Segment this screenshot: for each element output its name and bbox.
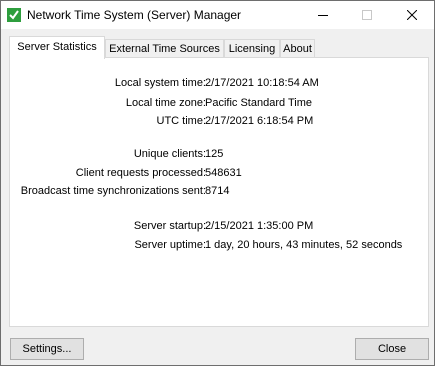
stat-row-broadcast-syncs: Broadcast time synchronizations sent: 87… [10,184,430,198]
stat-value: 125 [205,148,224,160]
tab-external-time-sources[interactable]: External Time Sources [105,39,224,57]
maximize-icon [362,10,372,20]
stat-label: Broadcast time synchronizations sent: [20,185,206,197]
title-bar[interactable]: Network Time System (Server) Manager [1,1,434,29]
stat-value: 2/17/2021 6:18:54 PM [205,115,314,127]
stat-row-local-time: Local system time: 2/17/2021 10:18:54 AM [10,76,430,90]
tab-label: Server Statistics [17,41,97,53]
tab-server-statistics[interactable]: Server Statistics [9,36,105,59]
maximize-button[interactable] [345,1,389,29]
stat-row-server-uptime: Server uptime: 1 day, 20 hours, 43 minut… [10,238,430,252]
stat-value: Pacific Standard Time [205,97,312,109]
stat-row-server-startup: Server startup: 2/15/2021 1:35:00 PM [10,219,430,233]
window-title: Network Time System (Server) Manager [27,8,242,22]
stat-label: Server uptime: [134,239,206,251]
stat-label: UTC time: [156,115,207,127]
stat-value: 548631 [205,167,242,179]
tab-label: Licensing [228,43,276,55]
close-icon [407,10,417,20]
server-statistics-panel: Local system time: 2/17/2021 10:18:54 AM… [9,57,429,327]
stat-value: 1 day, 20 hours, 43 minutes, 52 seconds [205,239,403,251]
tab-strip: Server Statistics External Time Sources … [9,36,429,59]
tab-licensing[interactable]: Licensing [224,39,280,57]
tab-label: About [283,43,312,55]
stat-label: Local time zone: [125,97,206,109]
stat-value: 2/17/2021 10:18:54 AM [205,77,319,89]
stat-label: Client requests processed: [75,167,206,179]
stat-label: Unique clients: [133,148,206,160]
app-icon [7,8,21,22]
close-window-button[interactable] [390,1,434,29]
minimize-button[interactable] [301,1,345,29]
stat-value: 8714 [205,185,230,197]
tab-label: External Time Sources [109,43,220,55]
stat-label: Local system time: [114,77,206,89]
settings-button[interactable]: Settings... [10,338,84,360]
app-window: Network Time System (Server) Manager Ser… [0,0,435,366]
stat-value: 2/15/2021 1:35:00 PM [205,220,314,232]
stat-row-client-requests: Client requests processed: 548631 [10,166,430,180]
minimize-icon [318,15,328,16]
stat-row-unique-clients: Unique clients: 125 [10,147,430,161]
stat-label: Server startup: [133,220,206,232]
stat-row-time-zone: Local time zone: Pacific Standard Time [10,96,430,110]
stat-row-utc-time: UTC time: 2/17/2021 6:18:54 PM [10,114,430,128]
close-button[interactable]: Close [355,338,429,360]
tab-about[interactable]: About [280,39,315,57]
